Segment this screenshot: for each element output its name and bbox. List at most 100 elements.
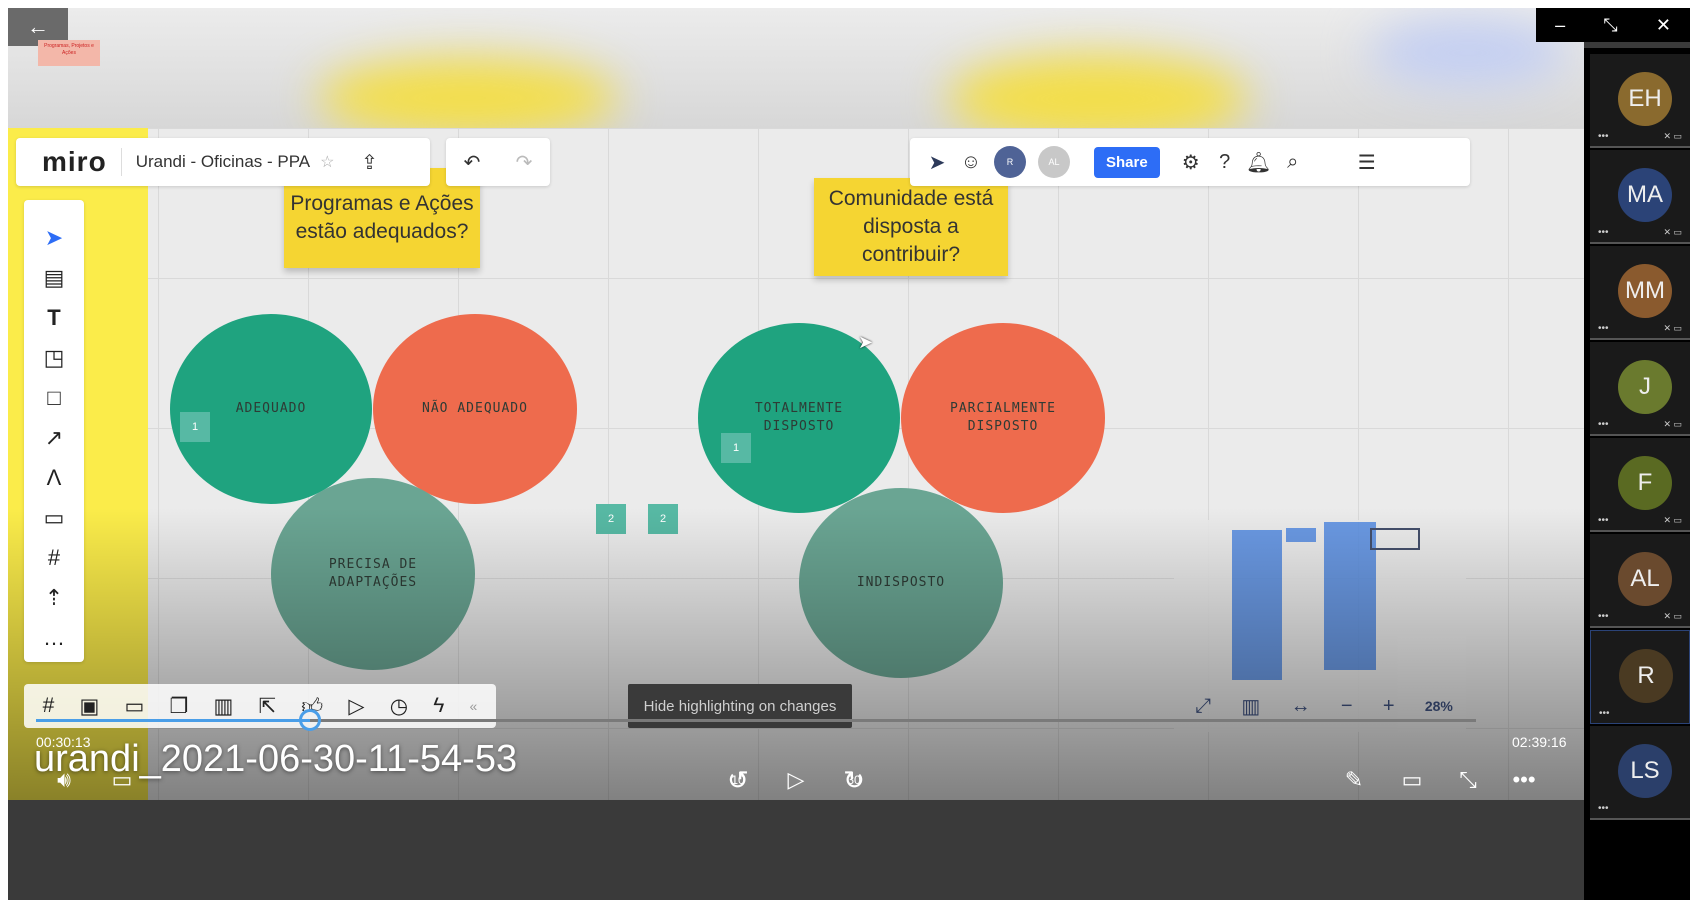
participant-tile[interactable]: J ••• ✕ ▭ xyxy=(1590,342,1690,436)
more-icon[interactable]: ••• xyxy=(1598,611,1609,622)
comment-icon[interactable]: ▭ xyxy=(34,498,74,538)
sticky-note-comunidade[interactable]: Comunidade está disposta a contribuir? xyxy=(814,178,1008,276)
mic-off-icon: ✕ ▭ xyxy=(1663,227,1682,237)
select-icon[interactable]: ➤ xyxy=(34,218,74,258)
share-button[interactable]: Share xyxy=(1094,146,1160,178)
circle-adequado[interactable]: ADEQUADO xyxy=(170,314,372,504)
miniplayer-icon[interactable]: ▭ xyxy=(1392,760,1432,800)
minimap-viewport[interactable] xyxy=(1370,528,1420,550)
bell-icon[interactable]: 🔔︎ xyxy=(1242,150,1276,175)
avatar: EH xyxy=(1618,72,1672,126)
sticky-note-icon[interactable]: ◳ xyxy=(34,338,74,378)
volume-icon[interactable]: 🔊︎ xyxy=(44,760,84,800)
cursor-follow-icon[interactable]: ➤ xyxy=(920,150,954,175)
avatar: MA xyxy=(1618,168,1672,222)
total-time: 02:39:16 xyxy=(1512,734,1567,750)
screen-share-icon[interactable]: ⇱ xyxy=(258,694,276,719)
more-icon[interactable]: … xyxy=(34,618,74,658)
vote-tag[interactable]: 2 xyxy=(648,504,678,534)
fullscreen-exit-icon[interactable]: ⤡ xyxy=(1448,760,1488,800)
text-icon[interactable]: T xyxy=(34,298,74,338)
search-icon[interactable]: ⌕ xyxy=(1276,151,1310,174)
notes-icon[interactable]: ☰ xyxy=(1350,150,1384,175)
chat-icon[interactable]: ▭ xyxy=(124,694,144,719)
avatar[interactable]: AL xyxy=(1038,146,1070,178)
video-icon[interactable]: ▷ xyxy=(348,694,364,719)
participant-tile[interactable]: AL ••• ✕ ▭ xyxy=(1590,534,1690,628)
circle-indisposto[interactable]: INDISPOSTO xyxy=(799,488,1003,678)
participant-tile[interactable]: MA ••• ✕ ▭ xyxy=(1590,150,1690,244)
cards-icon[interactable]: ❐ xyxy=(169,694,188,719)
board-title[interactable]: Urandi - Oficinas - PPA xyxy=(136,152,310,172)
mic-off-icon: ✕ ▭ xyxy=(1663,323,1682,333)
participant-tile[interactable]: R ••• xyxy=(1590,630,1690,724)
participant-tile[interactable]: LS ••• xyxy=(1590,726,1690,820)
zoom-in-icon[interactable]: + xyxy=(1383,695,1395,718)
reaction-icon[interactable]: ☺ xyxy=(954,151,988,174)
seek-bar[interactable] xyxy=(36,709,1476,731)
presentation-icon[interactable]: ▣ xyxy=(79,694,99,719)
circle-nao-adequado[interactable]: NÃO ADEQUADO xyxy=(373,314,577,504)
fit-width-icon[interactable]: ↔ xyxy=(1291,695,1311,718)
template-icon[interactable]: ▤ xyxy=(34,258,74,298)
participant-tile[interactable]: F ••• ✕ ▭ xyxy=(1590,438,1690,532)
miro-topbar-left: miro Urandi - Oficinas - PPA ☆ ⇪ xyxy=(16,138,430,186)
blurred-header xyxy=(8,8,1584,128)
more-options-icon[interactable]: ••• xyxy=(1504,760,1544,800)
seek-bar-fill xyxy=(36,719,310,722)
participants-panel: EH ••• ✕ ▭ MA ••• ✕ ▭ MM ••• ✕ ▭ J ••• ✕ ▭ F… xyxy=(1584,48,1690,900)
miro-logo[interactable]: miro xyxy=(42,146,107,178)
zoom-out-icon[interactable]: − xyxy=(1341,695,1353,718)
window-controls: – ⤡ ✕ xyxy=(1536,8,1690,42)
arrow-icon[interactable]: ↗ xyxy=(34,418,74,458)
more-icon[interactable]: ••• xyxy=(1598,803,1609,814)
frame-icon[interactable]: # xyxy=(34,538,74,578)
pen-icon[interactable]: ✎ xyxy=(1334,760,1374,800)
pen-icon[interactable]: Λ xyxy=(34,458,74,498)
frames-icon[interactable]: # xyxy=(43,694,55,718)
circle-precisa-adaptacoes[interactable]: PRECISA DE ADAPTAÇÕES xyxy=(271,478,475,670)
settings-sliders-icon[interactable]: ⚙ xyxy=(1174,150,1208,175)
fullscreen-icon[interactable]: ⤢ xyxy=(1195,695,1211,718)
forward-icon: ↻ xyxy=(843,764,865,795)
map-icon[interactable]: ▥ xyxy=(1241,694,1260,719)
avatar[interactable]: R xyxy=(994,146,1026,178)
rewind-button[interactable]: 10 ↺ xyxy=(718,760,758,800)
more-icon[interactable]: ••• xyxy=(1598,515,1609,526)
collapse-icon[interactable]: « xyxy=(470,698,478,714)
shape-icon[interactable]: □ xyxy=(34,378,74,418)
minimize-icon[interactable]: – xyxy=(1555,15,1565,36)
help-icon[interactable]: ? xyxy=(1208,151,1242,174)
upload-tool-icon[interactable]: ⇡ xyxy=(34,578,74,618)
vote-tag[interactable]: 1 xyxy=(721,433,751,463)
more-icon[interactable]: ••• xyxy=(1599,708,1610,719)
captions-icon[interactable]: ▭ xyxy=(102,760,142,800)
undo-icon[interactable]: ↶ xyxy=(455,150,489,175)
minimap-column xyxy=(1232,530,1282,680)
vote-tag[interactable]: 2 xyxy=(596,504,626,534)
forward-button[interactable]: 30 ↻ xyxy=(834,760,874,800)
circle-parcialmente-disposto[interactable]: PARCIALMENTE DISPOSTO xyxy=(901,323,1105,513)
avatar: R xyxy=(1619,649,1673,703)
redo-icon[interactable]: ↷ xyxy=(507,150,541,175)
participant-tile[interactable]: MM ••• ✕ ▭ xyxy=(1590,246,1690,340)
mic-off-icon: ✕ ▭ xyxy=(1663,611,1682,621)
vote-tag[interactable]: 1 xyxy=(180,412,210,442)
participant-tile[interactable]: EH ••• ✕ ▭ xyxy=(1590,54,1690,148)
upload-icon[interactable]: ⇪ xyxy=(353,150,387,175)
seek-thumb[interactable] xyxy=(298,709,321,731)
play-button[interactable]: ▷ xyxy=(776,760,816,800)
miro-board[interactable]: Programas e Ações estão adequados? Comun… xyxy=(8,128,1584,800)
star-icon[interactable]: ☆ xyxy=(320,152,334,172)
lightning-icon[interactable]: ϟ xyxy=(433,694,444,718)
circle-label: PARCIALMENTE DISPOSTO xyxy=(950,401,1056,434)
more-icon[interactable]: ••• xyxy=(1598,419,1609,430)
close-icon[interactable]: ✕ xyxy=(1656,15,1671,36)
restore-icon[interactable]: ⤡ xyxy=(1603,15,1617,36)
kanban-icon[interactable]: ▥ xyxy=(213,694,233,719)
timer-icon[interactable]: ◷ xyxy=(390,694,408,719)
more-icon[interactable]: ••• xyxy=(1598,131,1609,142)
more-icon[interactable]: ••• xyxy=(1598,227,1609,238)
more-icon[interactable]: ••• xyxy=(1598,323,1609,334)
arrow-left-icon: ← xyxy=(27,14,49,39)
